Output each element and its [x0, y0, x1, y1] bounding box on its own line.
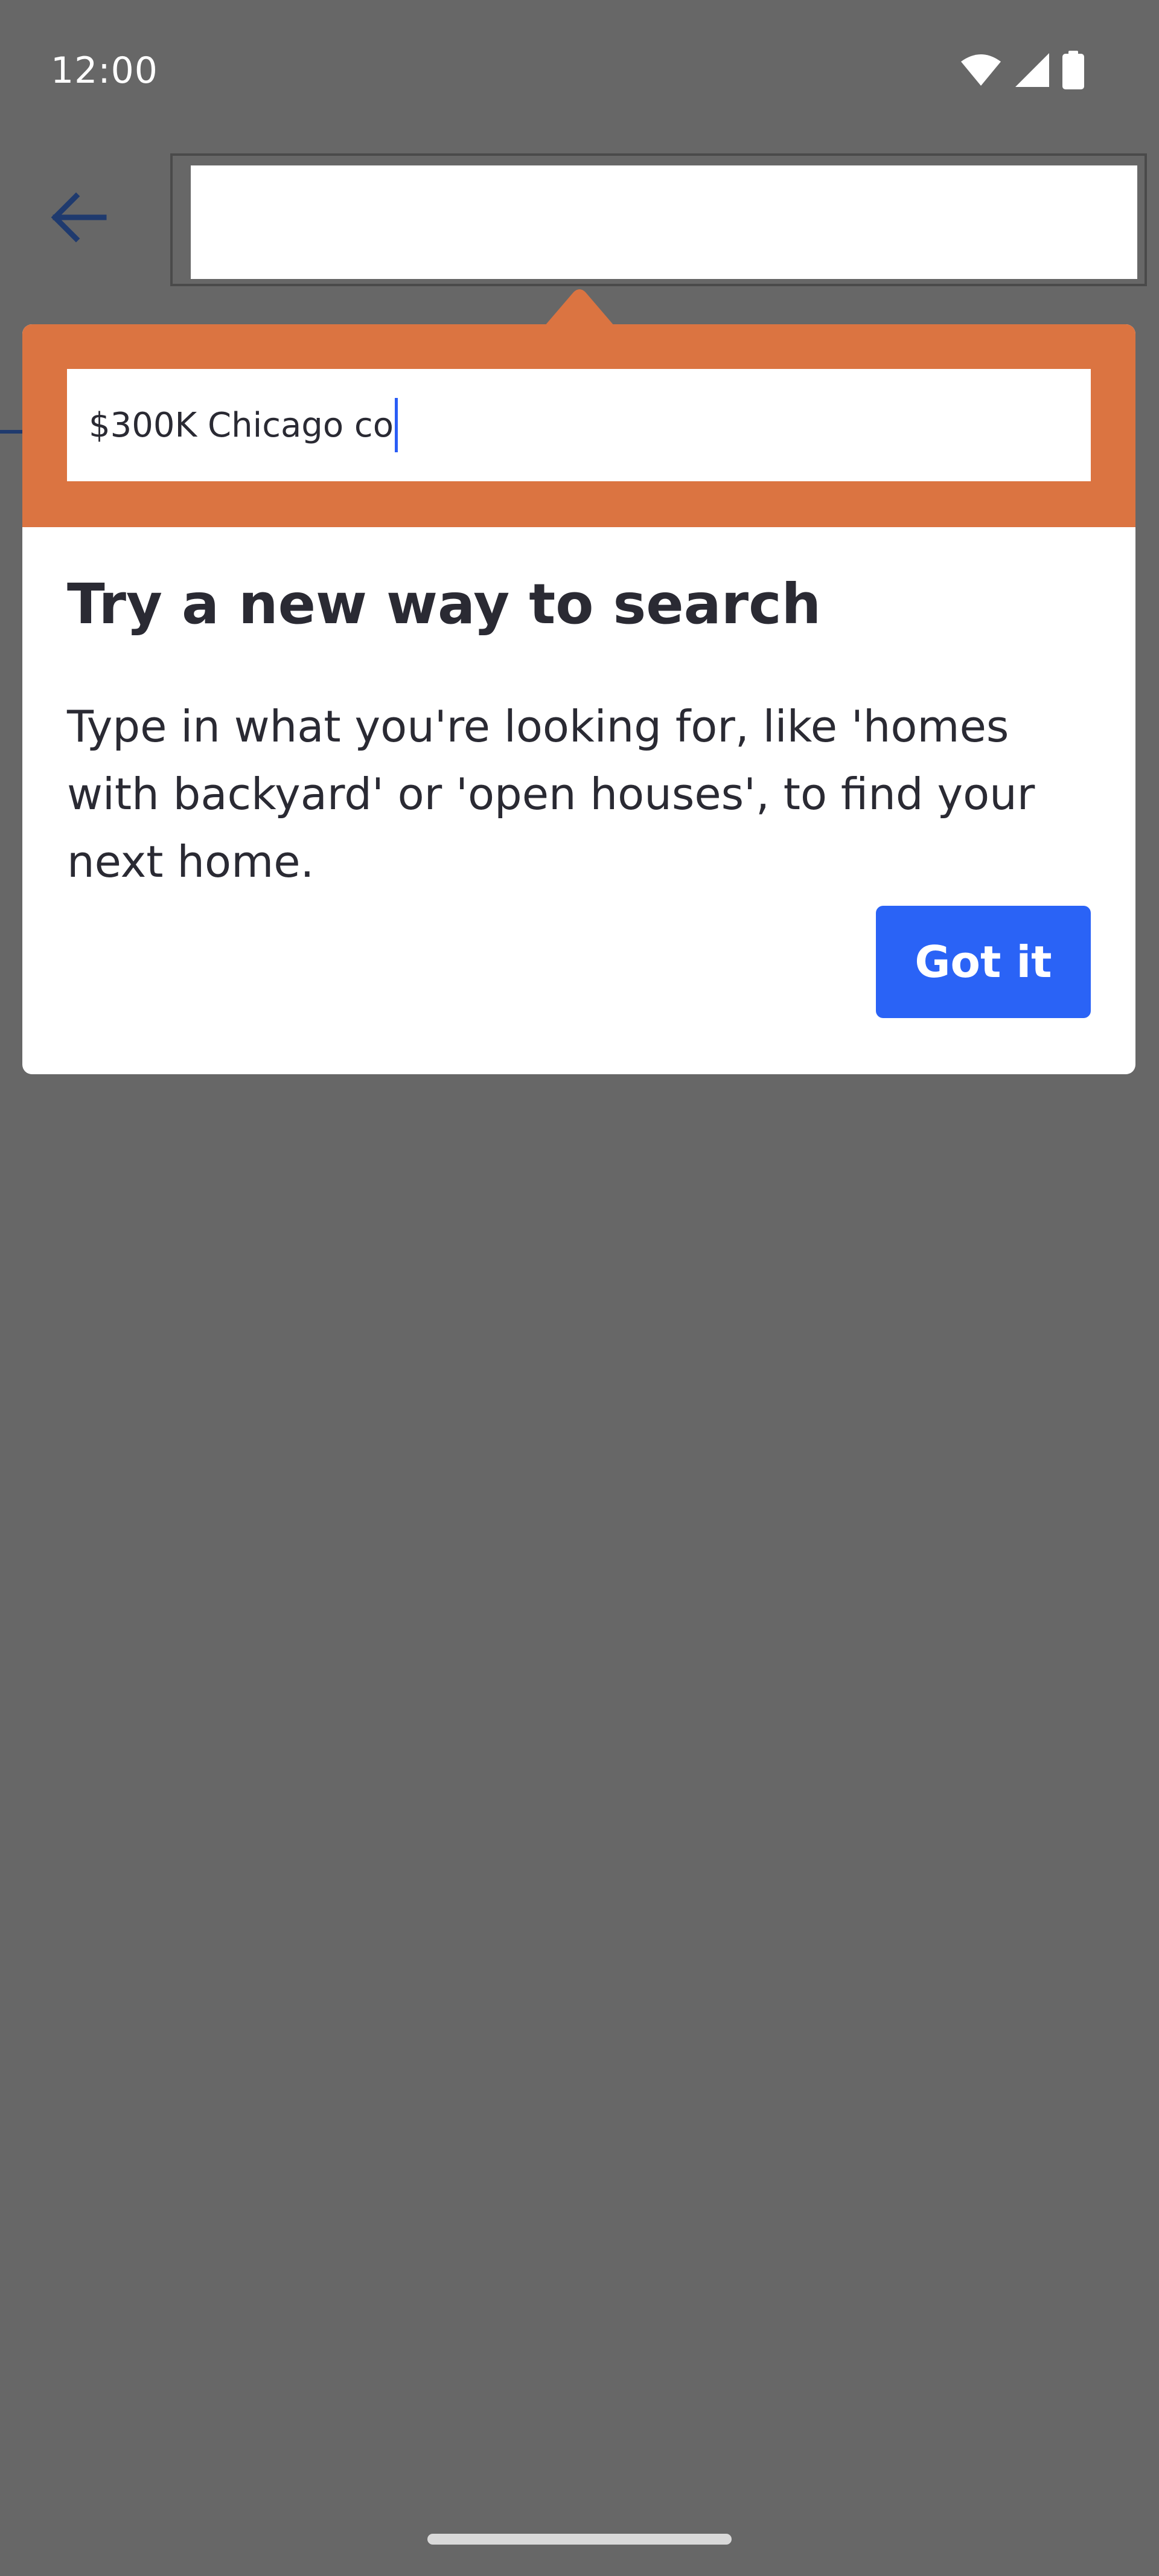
tooltip-body: Type in what you're looking for, like 'h…: [67, 701, 1035, 887]
tooltip-search-text: $300K Chicago co: [89, 405, 394, 445]
status-icons: [960, 51, 1084, 89]
tab-indicator: [0, 430, 24, 434]
tooltip-search-example: $300K Chicago co: [67, 369, 1091, 481]
got-it-button[interactable]: Got it: [876, 906, 1091, 1018]
tooltip-title: Try a new way to search: [67, 572, 822, 636]
screen: 12:00 $300K Chicago co Try a new way to …: [0, 0, 1159, 2576]
search-tip-card: $300K Chicago co Try a new way to search…: [22, 324, 1135, 1074]
wifi-icon: [960, 53, 1002, 87]
text-cursor: [394, 398, 398, 452]
cellular-signal-icon: [1014, 52, 1050, 88]
search-input[interactable]: [191, 165, 1137, 279]
back-button[interactable]: [42, 181, 115, 254]
home-indicator[interactable]: [427, 2534, 732, 2545]
tooltip-caret: [544, 289, 615, 326]
status-time: 12:00: [51, 50, 158, 92]
tooltip-header: $300K Chicago co: [22, 324, 1135, 527]
battery-icon: [1062, 51, 1084, 89]
arrow-left-icon: [51, 192, 107, 243]
status-bar: 12:00: [0, 0, 1159, 143]
